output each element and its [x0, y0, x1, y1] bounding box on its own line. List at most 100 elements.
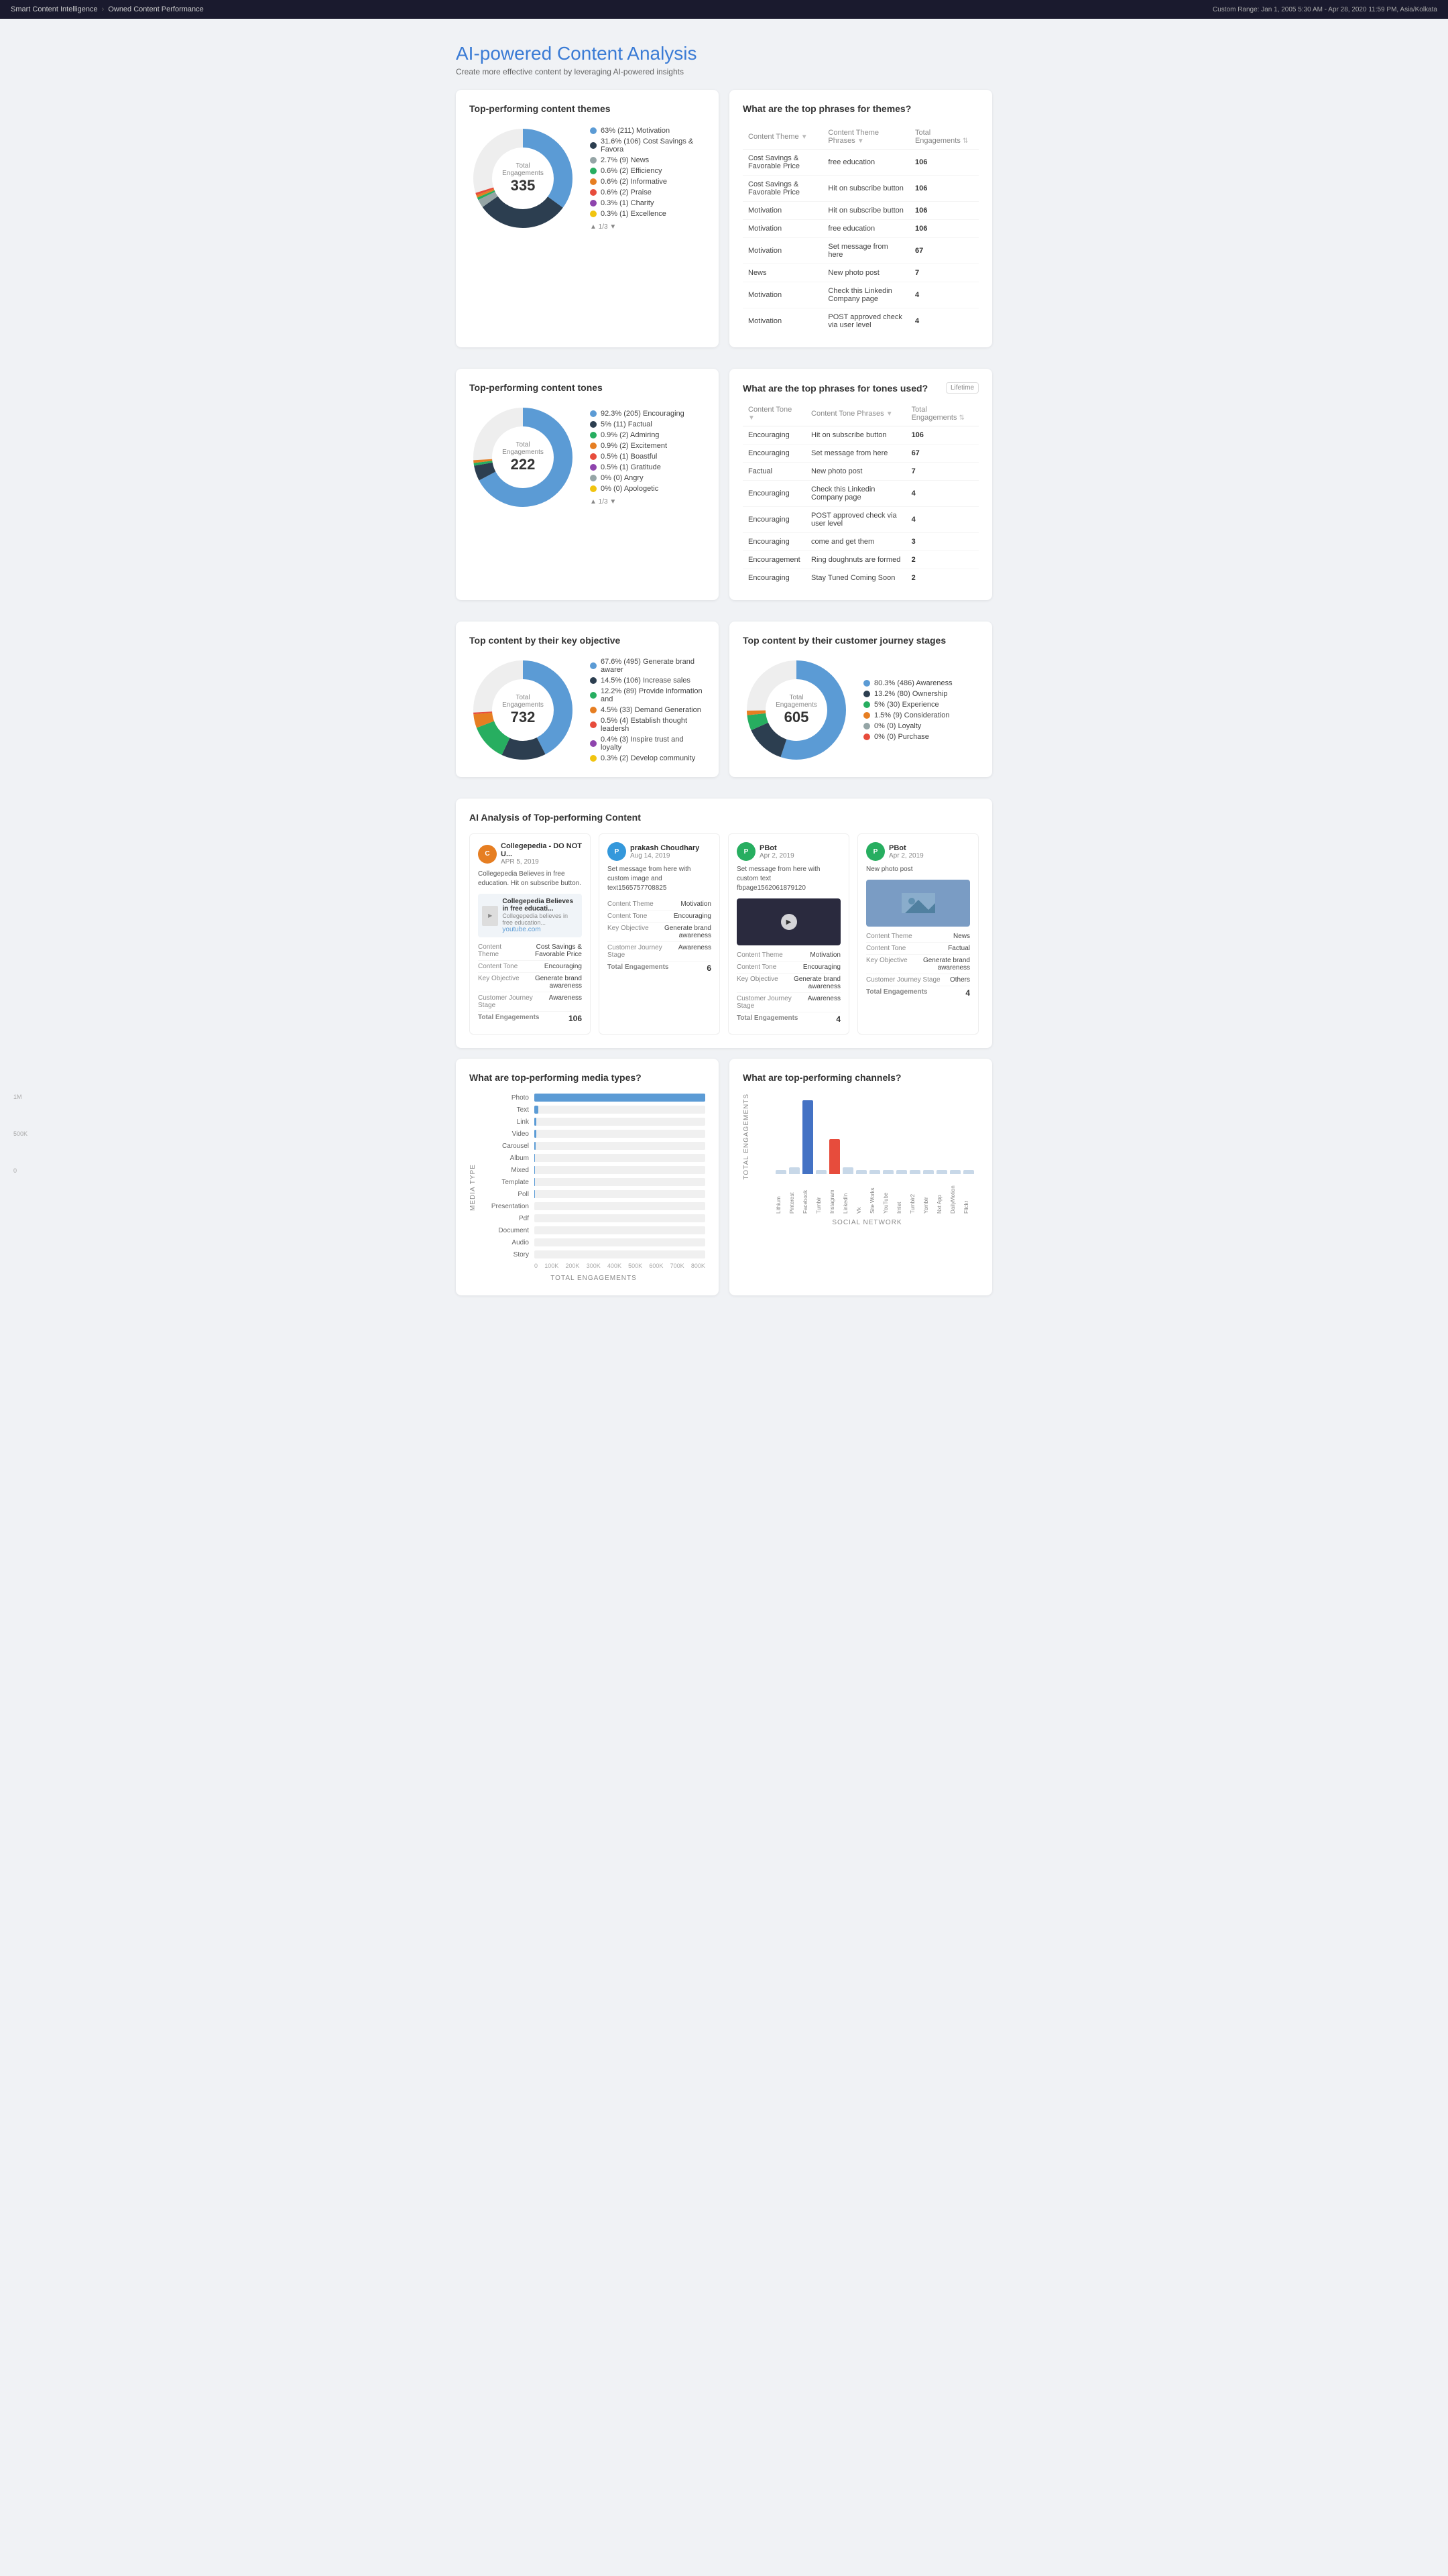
- channel-label: Site Works: [869, 1177, 880, 1214]
- table-row: EncouragingPOST approved check via user …: [743, 507, 979, 533]
- meta-value-tone: Encouraging: [674, 913, 711, 920]
- tones-donut-wrapper: Total Engagements 222: [469, 404, 577, 511]
- legend-item-4: 0.6% (2) Informative: [590, 178, 705, 186]
- tone-legend-1: 5% (11) Factual: [590, 420, 684, 428]
- table-row: Encouragingcome and get them3: [743, 533, 979, 551]
- lifetime-badge[interactable]: Lifetime: [946, 382, 979, 394]
- channel-label: Yomblr: [923, 1177, 934, 1214]
- content-card: P PBot Apr 2, 2019 Set message from here…: [728, 833, 849, 1035]
- themes-legend-more[interactable]: ▲ 1/3 ▼: [590, 223, 705, 231]
- channel-label: Nxt App: [937, 1177, 947, 1214]
- legend-item-7: 0.3% (1) Excellence: [590, 210, 705, 218]
- meta-engagements: Total Engagements4: [737, 1012, 841, 1026]
- table-row: EncouragingStay Tuned Coming Soon2: [743, 569, 979, 587]
- media-bar-row: Carousel: [482, 1142, 705, 1150]
- top-navigation: Smart Content Intelligence › Owned Conte…: [0, 0, 1448, 19]
- bar-track: [534, 1226, 705, 1234]
- meta-label-journey: Customer Journey Stage: [737, 995, 808, 1010]
- bar-label: Story: [482, 1251, 529, 1258]
- meta-label-obj: Key Objective: [737, 976, 778, 990]
- journey-legend-1: 13.2% (80) Ownership: [863, 690, 953, 698]
- row-objectives: Top content by their key objective Total…: [456, 622, 992, 788]
- top-tone-phrases-title: What are the top phrases for tones used?: [743, 383, 928, 394]
- legend-dot-4: [590, 178, 597, 185]
- channel-labels-row: LithiumPinterestFacebookTumblrInstagramL…: [756, 1177, 979, 1214]
- bar-label: Presentation: [482, 1203, 529, 1210]
- journey-donut-wrapper: Total Engagements 605: [743, 656, 850, 764]
- card-author: P PBot Apr 2, 2019: [866, 842, 970, 861]
- obj-dot-2: [590, 692, 597, 699]
- play-button[interactable]: ▶: [781, 914, 797, 930]
- theme-cell: News: [743, 264, 823, 282]
- meta-label-obj: Key Objective: [478, 975, 520, 990]
- channel-bar: [923, 1170, 934, 1174]
- legend-text-2: 2.7% (9) News: [601, 156, 649, 164]
- theme-cell: Cost Savings & Favorable Price: [743, 176, 823, 202]
- col-header-phrase[interactable]: Content Theme Phrases ▼: [823, 125, 910, 150]
- meta-label-theme: Content Theme: [737, 951, 783, 959]
- channel-bar: [883, 1170, 894, 1174]
- media-bar-row: Link: [482, 1118, 705, 1126]
- journey-text-5: 0% (0) Purchase: [874, 733, 929, 741]
- meta-tone: Content ToneEncouraging: [737, 961, 841, 974]
- journey-dot-2: [863, 701, 870, 708]
- breadcrumb[interactable]: Owned Content Performance: [108, 5, 203, 13]
- table-row: EncouragingHit on subscribe button106: [743, 426, 979, 445]
- legend-item-0: 63% (211) Motivation: [590, 127, 705, 135]
- tone-phrase-cell: Hit on subscribe button: [806, 426, 906, 445]
- meta-label-journey: Customer Journey Stage: [866, 976, 941, 984]
- ai-analysis-section: AI Analysis of Top-performing Content C …: [456, 799, 992, 1048]
- themes-total-value: 335: [496, 177, 550, 194]
- obj-legend-5: 0.4% (3) Inspire trust and loyalty: [590, 736, 705, 752]
- tone-dot-4: [590, 453, 597, 460]
- media-bar-row: Mixed: [482, 1166, 705, 1174]
- bar-track: [534, 1142, 705, 1150]
- col-header-theme[interactable]: Content Theme ▼: [743, 125, 823, 150]
- top-theme-phrases-title: What are the top phrases for themes?: [743, 103, 979, 114]
- tones-donut-center: Total Engagements 222: [496, 441, 550, 473]
- content-cards-grid: C Collegepedia - DO NOT U... APR 5, 2019…: [469, 833, 979, 1035]
- media-chart-wrapper: MEDIA TYPE Photo Text Link Video Carouse…: [469, 1094, 705, 1282]
- col-header-tone[interactable]: Content Tone ▼: [743, 402, 806, 426]
- eng-cell: 67: [910, 238, 979, 264]
- table-row: MotivationHit on subscribe button106: [743, 202, 979, 220]
- card-author: C Collegepedia - DO NOT U... APR 5, 2019: [478, 842, 582, 866]
- legend-dot-5: [590, 189, 597, 196]
- tones-legend-more[interactable]: ▲ 1/3 ▼: [590, 498, 684, 506]
- themes-legend: 63% (211) Motivation 31.6% (106) Cost Sa…: [590, 127, 705, 231]
- channel-bar-col: [776, 1170, 786, 1174]
- card-image: [866, 880, 970, 927]
- author-info: Collegepedia - DO NOT U... APR 5, 2019: [501, 842, 582, 866]
- link-preview: ▶ Collegepedia Believes in free educati.…: [478, 894, 582, 937]
- meta-value-tone: Factual: [948, 945, 970, 952]
- legend-text-0: 63% (211) Motivation: [601, 127, 670, 135]
- tone-text-3: 0.9% (2) Excitement: [601, 442, 667, 450]
- obj-legend-0: 67.6% (495) Generate brand awarer: [590, 658, 705, 674]
- eng-cell: 106: [910, 150, 979, 176]
- author-name: prakash Choudhary: [630, 844, 699, 852]
- col-header-tone-eng[interactable]: Total Engagements ⇅: [906, 402, 979, 426]
- themes-total-label: Total Engagements: [496, 162, 550, 177]
- meta-label-theme: Content Theme: [478, 943, 520, 958]
- col-header-tone-phrase[interactable]: Content Tone Phrases ▼: [806, 402, 906, 426]
- bar-track: [534, 1190, 705, 1198]
- journey-text-1: 13.2% (80) Ownership: [874, 690, 947, 698]
- tone-phrase-cell: Ring doughnuts are formed: [806, 551, 906, 569]
- meta-label-eng: Total Engagements: [607, 963, 669, 973]
- phrase-cell: New photo post: [823, 264, 910, 282]
- channel-label: LinkedIn: [843, 1177, 853, 1214]
- phrase-cell: free education: [823, 220, 910, 238]
- post-description: Collegepedia Believes in free education.…: [478, 870, 582, 888]
- tone-dot-1: [590, 421, 597, 428]
- eng-cell: 7: [910, 264, 979, 282]
- col-header-eng[interactable]: Total Engagements ⇅: [910, 125, 979, 150]
- journey-text-4: 0% (0) Loyalty: [874, 722, 921, 730]
- channel-label: Vk: [856, 1177, 867, 1214]
- link-subtitle: Collegepedia believes in free education.…: [502, 913, 578, 926]
- table-header-row: Content Theme ▼ Content Theme Phrases ▼ …: [743, 125, 979, 150]
- channel-label: Instagram: [829, 1177, 840, 1214]
- channel-bar-col: [802, 1100, 813, 1174]
- bar-fill: [534, 1094, 705, 1102]
- channel-bar: [843, 1167, 853, 1174]
- bar-track: [534, 1130, 705, 1138]
